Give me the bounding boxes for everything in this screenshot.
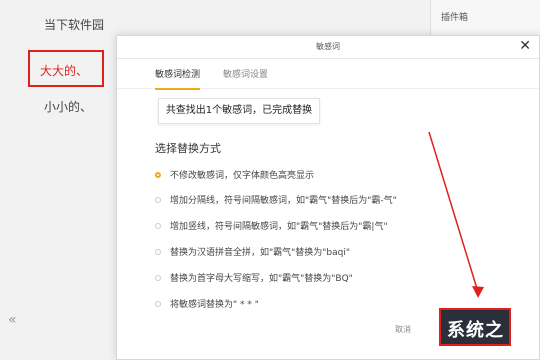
option-highlight-only[interactable]: 不修改敏感词，仅字体颜色高亮显示 (155, 168, 314, 181)
watermark-text: 系统之 (447, 320, 504, 341)
dialog-title: 敏感词 (316, 42, 340, 51)
radio-icon[interactable] (155, 196, 161, 203)
editor-line: 小小的、 (44, 100, 93, 114)
double-chevron-left-icon[interactable]: « (8, 312, 17, 328)
option-label: 增加竖线，符号间隔敏感词，如"霸气"替换后为"霸|气" (170, 222, 388, 232)
sensitive-words-dialog: 敏感词 ✕ 敏感词检测 敏感词设置 共查找出1个敏感词，已完成替换 选择替换方式… (116, 35, 540, 360)
radio-selected-icon[interactable] (155, 171, 161, 178)
radio-icon[interactable] (155, 222, 161, 229)
option-vertical-bar[interactable]: 增加竖线，符号间隔敏感词，如"霸气"替换后为"霸|气" (155, 219, 388, 232)
highlight-box-sensitive-word (28, 50, 104, 87)
option-label: 不修改敏感词，仅字体颜色高亮显示 (170, 171, 315, 181)
confirm-button-highlight[interactable]: 系统之 (439, 308, 511, 346)
radio-icon[interactable] (155, 300, 161, 307)
close-icon[interactable]: ✕ (519, 38, 531, 54)
result-message: 共查找出1个敏感词，已完成替换 (158, 98, 320, 124)
option-initials[interactable]: 替换为首字母大写缩写，如"霸气"替换为"BQ" (155, 271, 353, 284)
radio-icon[interactable] (155, 274, 161, 281)
dialog-tabs: 敏感词检测 敏感词设置 (117, 58, 539, 90)
option-pinyin[interactable]: 替换为汉语拼音全拼，如"霸气"替换为"baqi" (155, 245, 350, 258)
option-label: 增加分隔线，符号间隔敏感词，如"霸气"替换后为"霸-气" (170, 196, 397, 206)
watermark: 系统之 (441, 310, 509, 344)
option-asterisks[interactable]: 将敏感词替换为" * * " (155, 297, 259, 310)
cancel-button[interactable]: 取消 (395, 324, 411, 335)
option-label: 替换为首字母大写缩写，如"霸气"替换为"BQ" (170, 274, 353, 284)
tab-settings[interactable]: 敏感词设置 (223, 67, 268, 88)
editor-line: 当下软件园 (44, 18, 105, 32)
option-label: 替换为汉语拼音全拼，如"霸气"替换为"baqi" (170, 248, 351, 258)
option-hyphen[interactable]: 增加分隔线，符号间隔敏感词，如"霸气"替换后为"霸-气" (155, 193, 397, 206)
plugin-panel-title: 插件箱 (441, 13, 469, 23)
tab-detection[interactable]: 敏感词检测 (155, 67, 201, 90)
dialog-header: 敏感词 ✕ (117, 36, 539, 59)
section-title: 选择替换方式 (155, 142, 221, 155)
radio-icon[interactable] (155, 248, 161, 255)
option-label: 将敏感词替换为" * * " (170, 300, 259, 310)
